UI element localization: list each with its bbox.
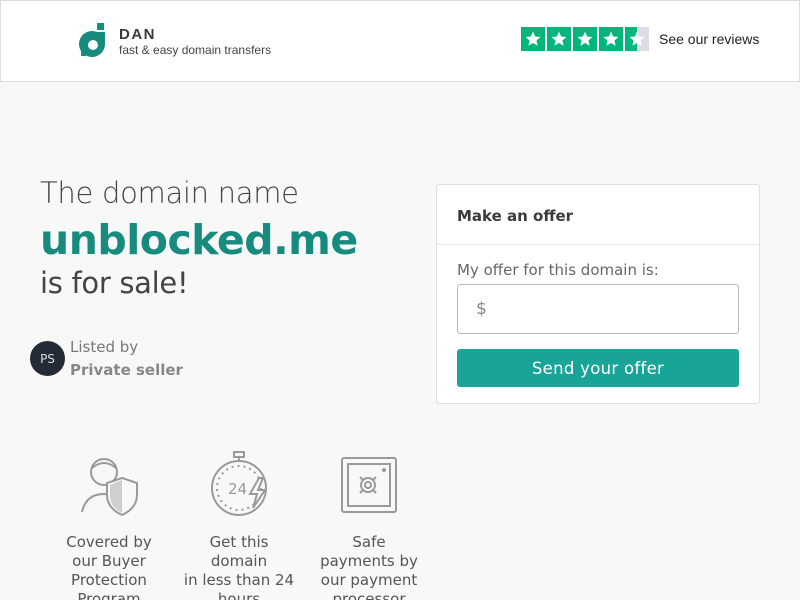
star-half-icon [625, 27, 649, 51]
brand: DAN fast & easy domain transfers [119, 26, 271, 57]
send-offer-button[interactable]: Send your offer [457, 349, 739, 387]
star-icon [599, 27, 623, 51]
feature-text: Get this domain in less than 24 hours [183, 533, 295, 600]
star-icon [547, 27, 571, 51]
svg-text:24: 24 [228, 480, 247, 498]
domain-name: unblocked.me [40, 216, 358, 264]
hero-intro: The domain name [40, 176, 299, 210]
trustpilot-stars[interactable] [521, 27, 651, 51]
offer-field[interactable]: $ [457, 284, 739, 334]
see-reviews-link[interactable]: See our reviews [659, 31, 759, 47]
feature-text: Covered by our Buyer Protection Program [66, 533, 152, 600]
buyer-protection-icon [81, 458, 138, 517]
hero-for-sale: is for sale! [40, 266, 189, 300]
feature-text: Safe payments by our payment processor [320, 533, 418, 600]
offer-card: Make an offer My offer for this domain i… [436, 184, 760, 404]
star-icon [573, 27, 597, 51]
brand-tagline: fast & easy domain transfers [119, 43, 272, 57]
seller-avatar: PS [30, 341, 65, 376]
listed-by-label: Listed by [70, 338, 139, 356]
site-header: DAN fast & easy domain transfers See our… [0, 0, 800, 82]
safe-icon [341, 457, 397, 513]
offer-card-title: Make an offer [457, 207, 574, 225]
star-icon [521, 27, 545, 51]
offer-input[interactable] [496, 293, 731, 325]
dan-logo-icon[interactable] [79, 23, 113, 57]
brand-name: DAN [119, 26, 156, 43]
feature-buyer-protection: Covered by our Buyer Protection Program [44, 450, 174, 600]
divider [437, 244, 759, 245]
24-hours-stopwatch-icon: 24 [211, 451, 267, 516]
feature-24-hours: 24 Get this domain in less than 24 hours [174, 450, 304, 600]
currency-symbol: $ [476, 299, 487, 319]
feature-safe-payments: Safe payments by our payment processor [304, 450, 434, 600]
offer-label: My offer for this domain is: [457, 261, 659, 279]
seller-name: Private seller [70, 361, 183, 379]
